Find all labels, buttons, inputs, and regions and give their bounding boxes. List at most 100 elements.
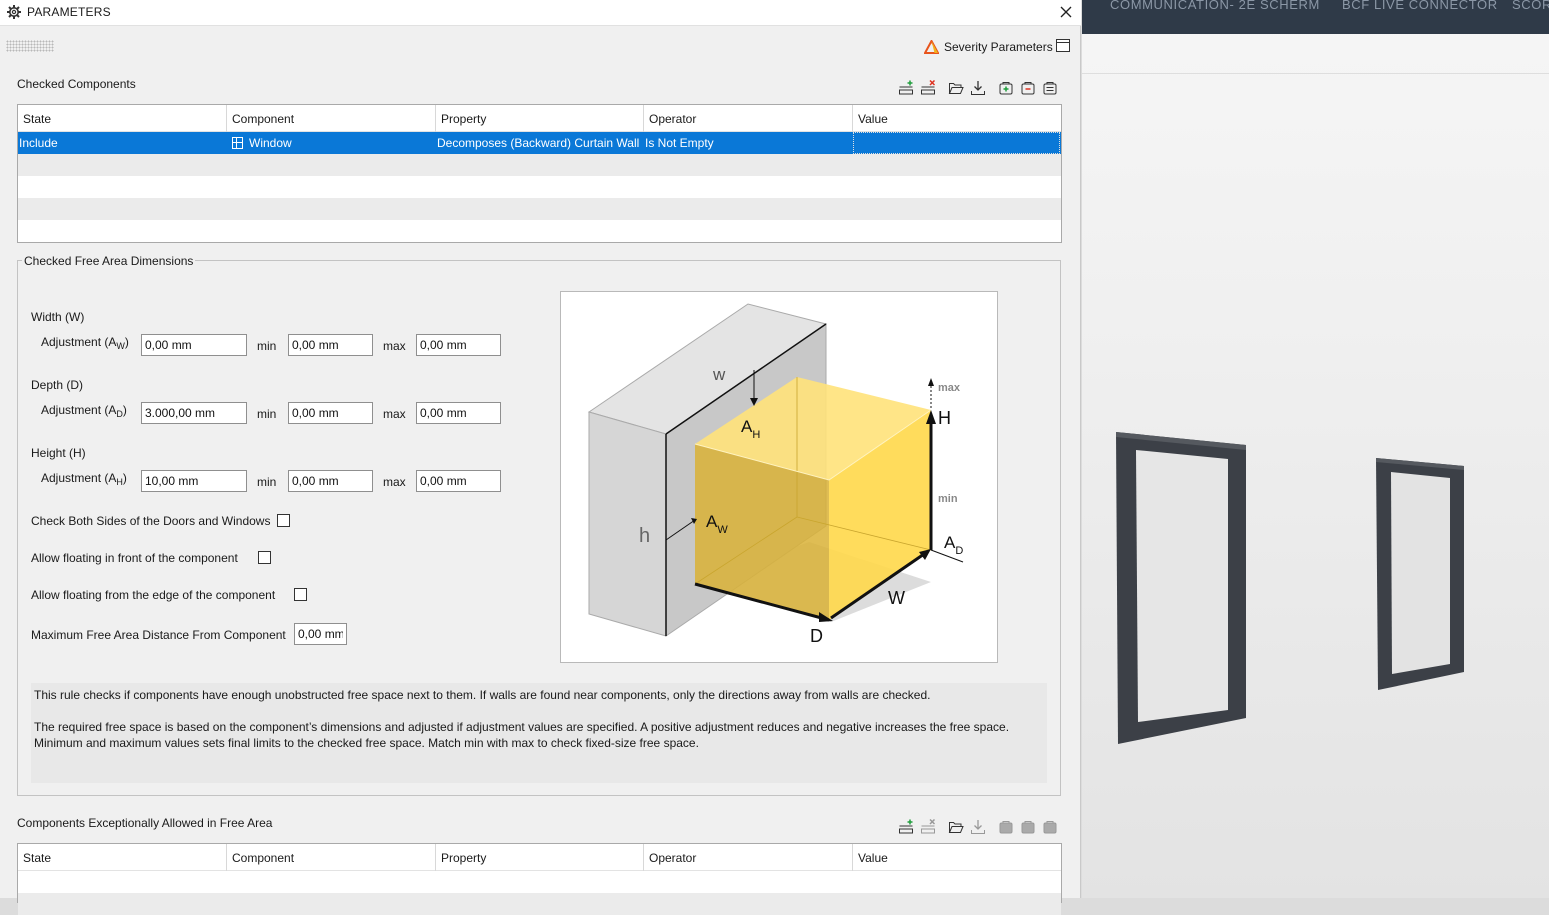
check-both-sides-checkbox[interactable] <box>277 514 290 527</box>
adj-label-text: Adjustment (A <box>41 335 117 349</box>
depth-max-label: max <box>383 407 406 421</box>
window-icon <box>232 137 243 149</box>
column-header-state[interactable]: State <box>18 105 227 132</box>
exceptions-table: State Component Property Operator Value <box>17 843 1062 915</box>
add-group-icon[interactable] <box>997 818 1015 836</box>
depth-adjustment-input[interactable] <box>141 402 247 424</box>
gear-icon <box>6 4 22 20</box>
depth-adjustment-label: Adjustment (AD) <box>41 403 127 419</box>
drag-grip[interactable] <box>6 40 54 52</box>
width-min-input[interactable] <box>288 334 373 356</box>
cell-property[interactable]: Decomposes (Backward) Curtain Wall <box>436 132 644 154</box>
width-max-label: max <box>383 339 406 353</box>
description-paragraph-2: The required free space is based on the … <box>34 720 1010 734</box>
max-distance-label: Maximum Free Area Distance From Componen… <box>31 628 286 642</box>
close-icon[interactable] <box>1057 3 1075 21</box>
width-max-input[interactable] <box>416 334 501 356</box>
width-min-label: min <box>257 339 277 353</box>
diagram-label-aw-main: A <box>706 512 718 531</box>
column-header-property[interactable]: Property <box>436 844 644 871</box>
empty-row <box>18 154 1061 176</box>
3d-viewport[interactable]: COMMUNICATION- 2E SCHERM BCF LIVE CONNEC… <box>1082 0 1549 898</box>
remove-group-icon[interactable] <box>1019 818 1037 836</box>
width-adjustment-input[interactable] <box>141 334 247 356</box>
free-area-group-title: Checked Free Area Dimensions <box>22 254 196 268</box>
add-row-icon[interactable] <box>897 79 915 97</box>
diagram-label-W: W <box>888 588 905 608</box>
table-row[interactable]: Include Window Decomposes (Backward) Cur… <box>18 132 1061 154</box>
height-adjustment-label: Adjustment (AH) <box>41 471 127 487</box>
cell-operator[interactable]: Is Not Empty <box>644 132 853 154</box>
depth-min-label: min <box>257 407 277 421</box>
diagram-label-D: D <box>810 626 823 646</box>
severity-parameters-button[interactable]: Severity Parameters <box>924 38 1053 56</box>
adj-label-text: Adjustment (A <box>41 403 117 417</box>
add-group-icon[interactable] <box>997 79 1015 97</box>
column-header-property[interactable]: Property <box>436 105 644 132</box>
window-models <box>1116 432 1464 744</box>
height-adjustment-input[interactable] <box>141 470 247 492</box>
diagram-label-ad-main: A <box>944 533 956 552</box>
diagram-label-h-small: h <box>639 525 650 547</box>
diagram-label-min: min <box>938 493 958 505</box>
remove-row-icon[interactable] <box>919 818 937 836</box>
column-header-value[interactable]: Value <box>853 105 1061 132</box>
empty-row <box>18 893 1061 915</box>
download-icon[interactable] <box>969 79 987 97</box>
height-min-input[interactable] <box>288 470 373 492</box>
panel-toggle-icon[interactable] <box>1056 39 1070 52</box>
parameters-dialog: PARAMETERS Severity Parameters Checked C… <box>0 0 1081 915</box>
window-frame-left[interactable] <box>1116 432 1246 744</box>
title-bar: PARAMETERS <box>0 0 1081 26</box>
free-area-illustration: w AH h AW max min H AD W D <box>587 303 963 646</box>
checked-components-table: State Component Property Operator Value … <box>17 104 1062 243</box>
allow-floating-front-checkbox[interactable] <box>258 551 271 564</box>
diagram-label-H: H <box>938 408 951 428</box>
depth-min-input[interactable] <box>288 402 373 424</box>
max-arrowhead <box>928 378 934 386</box>
dialog-title: PARAMETERS <box>27 5 111 19</box>
height-min-label: min <box>257 475 277 489</box>
description-paragraph-3: Minimum and maximum values sets final li… <box>34 736 699 750</box>
add-row-icon[interactable] <box>897 818 915 836</box>
window-frame-right[interactable] <box>1376 458 1464 690</box>
empty-row <box>18 198 1061 220</box>
empty-row <box>18 176 1061 198</box>
width-label: Width (W) <box>31 310 85 324</box>
free-area-diagram: w AH h AW max min H AD W D <box>560 291 998 663</box>
cell-state[interactable]: Include <box>18 132 227 154</box>
diagram-label-w: w <box>712 365 726 384</box>
exceptions-label: Components Exceptionally Allowed in Free… <box>17 816 273 830</box>
height-max-input[interactable] <box>416 470 501 492</box>
column-header-operator[interactable]: Operator <box>644 105 853 132</box>
remove-row-icon[interactable] <box>919 79 937 97</box>
open-folder-icon[interactable] <box>947 818 965 836</box>
column-header-component[interactable]: Component <box>227 844 436 871</box>
adj-label-sub: D <box>116 409 123 419</box>
cell-component-text: Window <box>249 136 292 150</box>
allow-floating-front-label: Allow floating in front of the component <box>31 551 238 565</box>
depth-label: Depth (D) <box>31 378 84 392</box>
max-distance-input[interactable] <box>294 623 347 645</box>
cell-component[interactable]: Window <box>227 132 436 154</box>
clear-group-icon[interactable] <box>1041 818 1059 836</box>
remove-group-icon[interactable] <box>1019 79 1037 97</box>
checked-components-label: Checked Components <box>17 77 136 91</box>
depth-max-input[interactable] <box>416 402 501 424</box>
download-icon[interactable] <box>969 818 987 836</box>
checked-components-toolbar <box>897 79 1063 97</box>
allow-floating-edge-checkbox[interactable] <box>294 588 307 601</box>
column-header-component[interactable]: Component <box>227 105 436 132</box>
rule-description: This rule checks if components have enou… <box>31 683 1047 783</box>
cell-value[interactable] <box>853 132 1060 154</box>
column-header-operator[interactable]: Operator <box>644 844 853 871</box>
table-header: State Component Property Operator Value <box>18 105 1061 132</box>
exceptions-toolbar <box>897 818 1063 836</box>
adj-label-text: Adjustment (A <box>41 471 117 485</box>
open-folder-icon[interactable] <box>947 79 965 97</box>
column-header-value[interactable]: Value <box>853 844 1061 871</box>
diagram-label-ah-sub: H <box>752 429 760 441</box>
clear-group-icon[interactable] <box>1041 79 1059 97</box>
adj-label-sub: H <box>116 477 123 487</box>
column-header-state[interactable]: State <box>18 844 227 871</box>
